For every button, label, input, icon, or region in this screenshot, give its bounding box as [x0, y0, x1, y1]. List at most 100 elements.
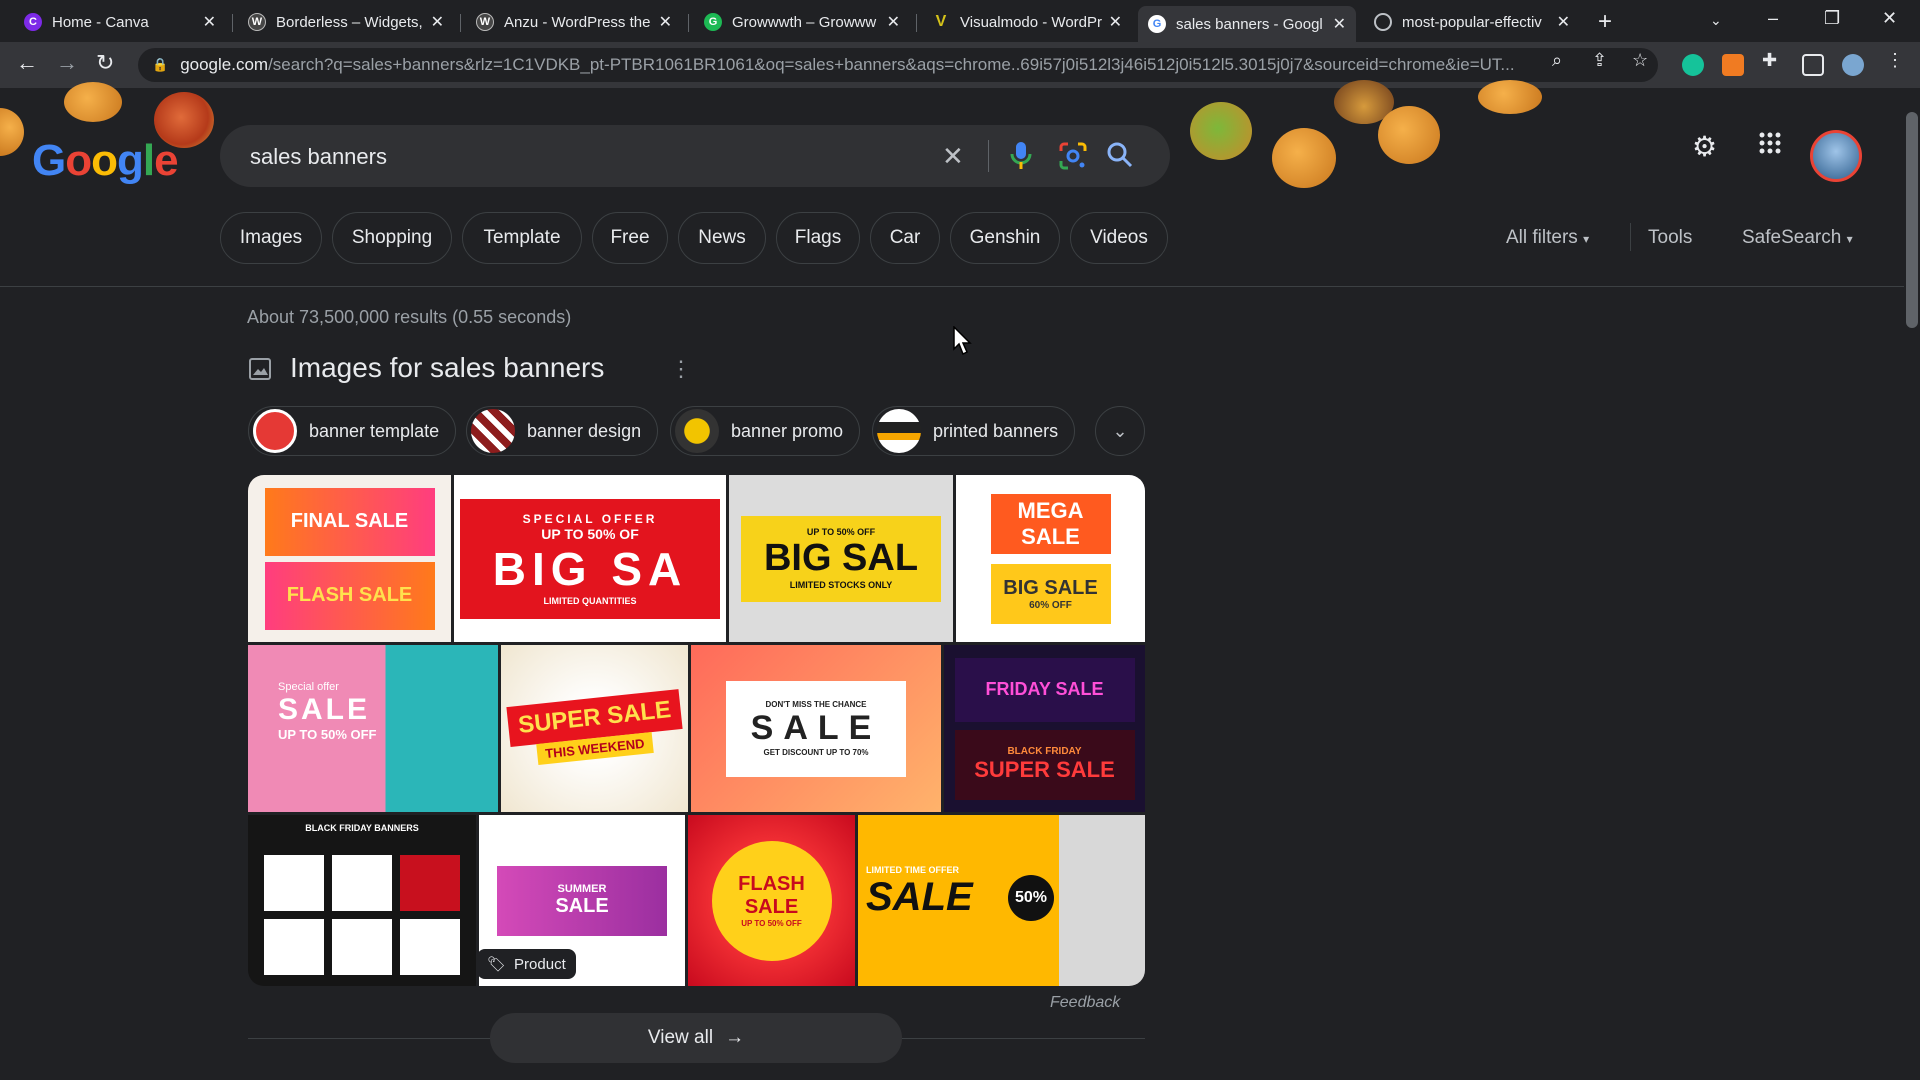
- divider: [988, 140, 989, 172]
- header-divider: [0, 286, 1904, 287]
- tab-search-icon[interactable]: ⌄: [1710, 12, 1722, 29]
- chip-thumbnail: [877, 409, 921, 453]
- forward-button[interactable]: →: [56, 50, 78, 76]
- filter-chip-flags[interactable]: Flags: [776, 212, 860, 264]
- settings-gear-icon[interactable]: ⚙: [1692, 130, 1717, 163]
- profile-avatar-small[interactable]: [1842, 54, 1864, 76]
- view-all-button[interactable]: View all →: [490, 1013, 902, 1063]
- puzzle-extensions-icon[interactable]: ✚: [1762, 50, 1777, 71]
- tab-label: Growwwth – Growww: [732, 13, 877, 31]
- image-result[interactable]: LIMITED TIME OFFER SALE 50%: [858, 815, 1145, 986]
- close-icon[interactable]: ✕: [1333, 14, 1346, 34]
- tab-most-popular[interactable]: most-popular-effectiv ✕: [1364, 6, 1580, 38]
- lock-icon[interactable]: 🔒: [152, 57, 168, 73]
- filter-chip-videos[interactable]: Videos: [1070, 212, 1168, 264]
- safesearch-dropdown[interactable]: SafeSearch ▾: [1742, 227, 1853, 249]
- chip-label: banner promo: [731, 420, 844, 441]
- doodle-cookie: [1272, 128, 1336, 188]
- filter-chip-shopping[interactable]: Shopping: [332, 212, 452, 264]
- restore-button[interactable]: ❐: [1824, 8, 1840, 29]
- filter-chip-genshin[interactable]: Genshin: [950, 212, 1060, 264]
- close-icon[interactable]: ✕: [1109, 12, 1122, 32]
- doodle-cookie: [1190, 102, 1252, 160]
- tools-button[interactable]: Tools: [1648, 227, 1692, 249]
- share-icon[interactable]: ⇪: [1592, 50, 1607, 71]
- reload-button[interactable]: ↻: [96, 50, 114, 76]
- chip-thumbnail: [253, 409, 297, 453]
- close-icon[interactable]: ✕: [431, 12, 444, 32]
- image-grid: FINAL SALE FLASH SALE SPECIAL OFFER UP T…: [248, 475, 1145, 986]
- chip-label: printed banners: [933, 420, 1059, 441]
- images-section-title[interactable]: Images for sales banners: [290, 352, 604, 384]
- tab-visualmodo[interactable]: V Visualmodo - WordPr ✕: [922, 6, 1132, 38]
- image-result[interactable]: UP TO 50% OFF BIG SAL LIMITED STOCKS ONL…: [729, 475, 953, 642]
- google-icon: G: [1148, 15, 1166, 33]
- tab-label: Borderless – Widgets,: [276, 13, 423, 31]
- related-chip-banner-template[interactable]: banner template: [248, 406, 457, 456]
- related-chip-printed-banners[interactable]: printed banners: [872, 406, 1076, 456]
- zoom-icon[interactable]: ⌕: [1552, 50, 1562, 71]
- address-bar[interactable]: 🔒 google.com/search?q=sales+banners&rlz=…: [138, 48, 1658, 82]
- image-result[interactable]: SUPER SALE THIS WEEKEND: [501, 645, 688, 812]
- image-result[interactable]: SPECIAL OFFER UP TO 50% OF BIG SA LIMITE…: [454, 475, 726, 642]
- filter-chip-news[interactable]: News: [678, 212, 766, 264]
- apps-grid-icon[interactable]: [1758, 130, 1782, 162]
- feedback-link[interactable]: Feedback: [1050, 994, 1120, 1012]
- filter-chip-car[interactable]: Car: [870, 212, 940, 264]
- related-chip-banner-promo[interactable]: banner promo: [670, 406, 861, 456]
- filter-chip-free[interactable]: Free: [592, 212, 668, 264]
- image-result[interactable]: FRIDAY SALE BLACK FRIDAY SUPER SALE: [944, 645, 1145, 812]
- google-logo[interactable]: Google: [32, 136, 179, 186]
- related-chip-banner-design[interactable]: banner design: [466, 406, 659, 456]
- image-result[interactable]: Special offer SALE UP TO 50% OFF: [248, 645, 498, 812]
- search-box[interactable]: sales banners ✕: [220, 125, 1170, 187]
- tab-canva[interactable]: C Home - Canva ✕: [14, 6, 226, 38]
- close-window-button[interactable]: ✕: [1882, 8, 1897, 29]
- tab-growwwth[interactable]: G Growwwth – Growww ✕: [694, 6, 910, 38]
- kebab-menu-icon[interactable]: ⋮: [1886, 50, 1904, 71]
- wordpress-icon: W: [476, 13, 494, 31]
- doodle-cookie: [64, 82, 122, 122]
- search-input[interactable]: sales banners: [250, 144, 387, 170]
- image-result[interactable]: FINAL SALE FLASH SALE: [248, 475, 451, 642]
- tab-borderless[interactable]: W Borderless – Widgets, ✕: [238, 6, 454, 38]
- close-icon[interactable]: ✕: [887, 12, 900, 32]
- chip-thumbnail: [471, 409, 515, 453]
- all-filters-dropdown[interactable]: All filters ▾: [1506, 227, 1589, 249]
- image-result[interactable]: FLASH SALE UP TO 50% OFF: [688, 815, 855, 986]
- expand-chips-button[interactable]: ⌄: [1095, 406, 1145, 456]
- tab-sales-banners[interactable]: G sales banners - Googl ✕: [1138, 6, 1356, 42]
- clear-icon[interactable]: ✕: [942, 141, 964, 172]
- globe-icon: [1374, 13, 1392, 31]
- scrollbar-thumb[interactable]: [1906, 112, 1918, 328]
- filter-chip-template[interactable]: Template: [462, 212, 582, 264]
- close-icon[interactable]: ✕: [659, 12, 672, 32]
- microphone-icon[interactable]: [1010, 141, 1032, 178]
- doodle-cookie: [1478, 80, 1542, 114]
- new-tab-button[interactable]: +: [1598, 8, 1612, 36]
- grammarly-extension-icon[interactable]: [1682, 54, 1704, 76]
- image-result[interactable]: MEGA SALE BIG SALE 60% OFF: [956, 475, 1145, 642]
- minimize-button[interactable]: –: [1768, 8, 1778, 29]
- doodle-cookie: [1378, 106, 1440, 164]
- arrow-right-icon: →: [725, 1027, 745, 1048]
- bookmark-star-icon[interactable]: ☆: [1632, 50, 1648, 71]
- tab-label: Visualmodo - WordPr: [960, 13, 1103, 31]
- tab-label: most-popular-effectiv: [1402, 13, 1542, 31]
- image-result[interactable]: DON'T MISS THE CHANCE SALE GET DISCOUNT …: [691, 645, 941, 812]
- google-lens-icon[interactable]: [1058, 141, 1088, 178]
- chip-label: banner design: [527, 420, 642, 441]
- tab-label: sales banners - Googl: [1176, 15, 1323, 33]
- account-avatar[interactable]: [1810, 130, 1862, 182]
- extension-orange-icon[interactable]: [1722, 54, 1744, 76]
- close-icon[interactable]: ✕: [1557, 12, 1570, 32]
- back-button[interactable]: ←: [16, 50, 38, 76]
- image-result[interactable]: BLACK FRIDAY BANNERS: [248, 815, 476, 986]
- side-panel-icon[interactable]: [1802, 54, 1824, 76]
- close-icon[interactable]: ✕: [203, 12, 216, 32]
- search-icon[interactable]: [1106, 141, 1134, 176]
- tab-anzu[interactable]: W Anzu - WordPress the ✕: [466, 6, 682, 38]
- chip-label: banner template: [309, 420, 440, 441]
- filter-chip-images[interactable]: Images: [220, 212, 322, 264]
- more-options-icon[interactable]: ⋮: [670, 356, 692, 382]
